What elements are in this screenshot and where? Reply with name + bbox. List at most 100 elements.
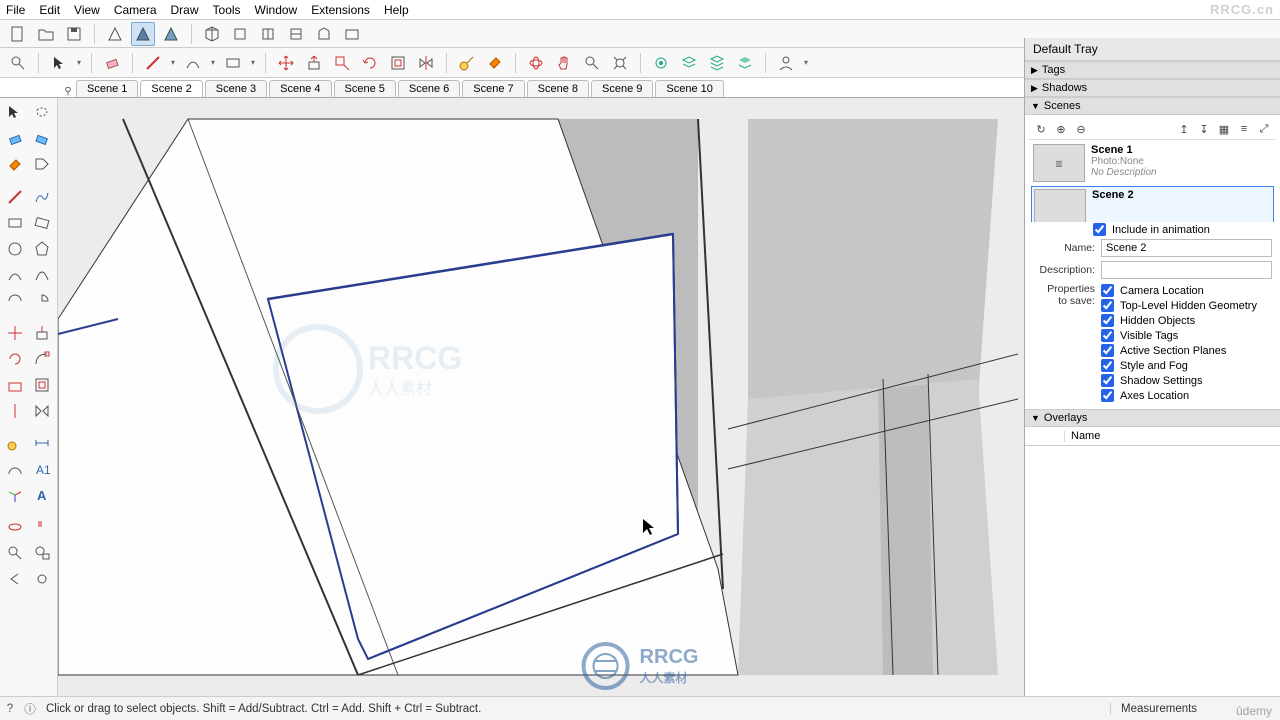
prev-view-tool[interactable] bbox=[2, 566, 28, 592]
monochrome-button[interactable] bbox=[103, 22, 127, 46]
scene-view-button[interactable]: ▦ bbox=[1216, 121, 1232, 137]
offset-tool[interactable] bbox=[30, 372, 56, 398]
search-button[interactable] bbox=[6, 51, 30, 75]
rectangle-tool-button[interactable] bbox=[221, 51, 245, 75]
tray-section-overlays[interactable]: ▼Overlays bbox=[1025, 409, 1280, 427]
eraser-tool-button[interactable] bbox=[100, 51, 124, 75]
back-view-button[interactable] bbox=[312, 22, 336, 46]
axes-tool[interactable] bbox=[2, 482, 28, 508]
scene-tab-8[interactable]: Scene 8 bbox=[527, 80, 589, 97]
menu-window[interactable]: Window bbox=[255, 3, 298, 17]
include-animation-checkbox[interactable] bbox=[1093, 223, 1106, 236]
scene-tab-9[interactable]: Scene 9 bbox=[591, 80, 653, 97]
shaded-textures-button[interactable] bbox=[159, 22, 183, 46]
user-dropdown[interactable]: ▾ bbox=[802, 58, 810, 67]
tray-section-shadows[interactable]: ▶Shadows bbox=[1025, 79, 1280, 97]
menu-draw[interactable]: Draw bbox=[171, 3, 199, 17]
offset-tool-button[interactable] bbox=[386, 51, 410, 75]
protractor-tool[interactable] bbox=[2, 456, 28, 482]
followme-tool[interactable] bbox=[30, 346, 56, 372]
zoom-tool-button[interactable] bbox=[580, 51, 604, 75]
zoom-extents-button[interactable] bbox=[608, 51, 632, 75]
prop-checkbox[interactable] bbox=[1101, 284, 1114, 297]
orbit-tool[interactable] bbox=[2, 514, 28, 540]
scene-tab-2[interactable]: Scene 2 bbox=[140, 80, 202, 97]
eraser-tool[interactable] bbox=[2, 126, 28, 152]
user-button[interactable] bbox=[774, 51, 798, 75]
scene-detail-button[interactable]: ⤢ bbox=[1256, 121, 1272, 137]
arc-dropdown[interactable]: ▾ bbox=[209, 58, 217, 67]
zoom-extents-tool[interactable] bbox=[30, 566, 56, 592]
rectangle-tool[interactable] bbox=[2, 210, 28, 236]
polygon-tool[interactable] bbox=[30, 236, 56, 262]
2pt-arc-tool[interactable] bbox=[30, 262, 56, 288]
circle-tool[interactable] bbox=[2, 236, 28, 262]
scene-menu-button[interactable]: ≡ bbox=[1236, 121, 1252, 137]
menu-file[interactable]: File bbox=[6, 3, 25, 17]
top-view-button[interactable] bbox=[228, 22, 252, 46]
scene-tab-7[interactable]: Scene 7 bbox=[462, 80, 524, 97]
scene-list-item[interactable]: Scene 2 bbox=[1031, 186, 1274, 222]
dimension-tool[interactable] bbox=[30, 430, 56, 456]
rotated-rect-tool[interactable] bbox=[30, 210, 56, 236]
scene-list-item[interactable]: ▥ Scene 1 Photo:None No Description bbox=[1031, 142, 1274, 184]
3pt-arc-tool[interactable] bbox=[2, 288, 28, 314]
open-file-button[interactable] bbox=[34, 22, 58, 46]
menu-camera[interactable]: Camera bbox=[114, 3, 157, 17]
flip-tool-button[interactable] bbox=[414, 51, 438, 75]
prop-checkbox[interactable] bbox=[1101, 314, 1114, 327]
info-icon[interactable]: ⓘ bbox=[20, 701, 40, 717]
3dtext-tool[interactable]: A bbox=[30, 482, 56, 508]
mirror-tool[interactable] bbox=[30, 398, 56, 424]
pushpull-tool-button[interactable] bbox=[302, 51, 326, 75]
scene-move-up-button[interactable]: ↥ bbox=[1176, 121, 1192, 137]
prop-checkbox[interactable] bbox=[1101, 299, 1114, 312]
rotate-tool[interactable] bbox=[2, 346, 28, 372]
scene-move-down-button[interactable]: ↧ bbox=[1196, 121, 1212, 137]
scene-name-input[interactable] bbox=[1101, 239, 1272, 257]
scene-update-button[interactable]: ↻ bbox=[1033, 121, 1049, 137]
scene-tab-5[interactable]: Scene 5 bbox=[334, 80, 396, 97]
tray-section-scenes[interactable]: ▼Scenes bbox=[1025, 97, 1280, 115]
pie-tool[interactable] bbox=[30, 288, 56, 314]
ext-layers1-button[interactable] bbox=[677, 51, 701, 75]
rect-dropdown[interactable]: ▾ bbox=[249, 58, 257, 67]
right-view-button[interactable] bbox=[284, 22, 308, 46]
scene-tab-3[interactable]: Scene 3 bbox=[205, 80, 267, 97]
arc-tool-button[interactable] bbox=[181, 51, 205, 75]
shaded-button[interactable] bbox=[131, 22, 155, 46]
scene-description-input[interactable] bbox=[1101, 261, 1272, 279]
move-tool[interactable] bbox=[2, 320, 28, 346]
move-tool-button[interactable] bbox=[274, 51, 298, 75]
scale-tool[interactable] bbox=[2, 372, 28, 398]
lasso-tool[interactable] bbox=[30, 100, 56, 126]
tape-tool[interactable] bbox=[2, 430, 28, 456]
prop-checkbox[interactable] bbox=[1101, 359, 1114, 372]
front-view-button[interactable] bbox=[256, 22, 280, 46]
ext-gear1-button[interactable] bbox=[649, 51, 673, 75]
arc-tool[interactable] bbox=[2, 262, 28, 288]
viewport-3d[interactable]: RRCG 人人素材 bbox=[58, 98, 1024, 696]
scene-tab-6[interactable]: Scene 6 bbox=[398, 80, 460, 97]
cube-iso-button[interactable] bbox=[200, 22, 224, 46]
scene-remove-button[interactable]: ⊖ bbox=[1073, 121, 1089, 137]
line-tool[interactable] bbox=[2, 184, 28, 210]
text-tool[interactable]: A1 bbox=[30, 456, 56, 482]
zoom-tool[interactable] bbox=[2, 540, 28, 566]
pushpull-tool[interactable] bbox=[30, 320, 56, 346]
prop-checkbox[interactable] bbox=[1101, 374, 1114, 387]
scene-tab-1[interactable]: Scene 1 bbox=[76, 80, 138, 97]
scene-tab-10[interactable]: Scene 10 bbox=[655, 80, 723, 97]
pan-tool[interactable] bbox=[30, 514, 56, 540]
scene-tab-4[interactable]: Scene 4 bbox=[269, 80, 331, 97]
prop-checkbox[interactable] bbox=[1101, 344, 1114, 357]
orbit-tool-button[interactable] bbox=[524, 51, 548, 75]
help-icon[interactable]: ? bbox=[0, 703, 20, 715]
tape-tool-button[interactable] bbox=[455, 51, 479, 75]
ext-layers2-button[interactable] bbox=[705, 51, 729, 75]
zoom-window-tool[interactable] bbox=[30, 540, 56, 566]
prop-checkbox[interactable] bbox=[1101, 329, 1114, 342]
menu-extensions[interactable]: Extensions bbox=[311, 3, 370, 17]
tray-section-tags[interactable]: ▶Tags bbox=[1025, 61, 1280, 79]
scale-tool-button[interactable] bbox=[330, 51, 354, 75]
